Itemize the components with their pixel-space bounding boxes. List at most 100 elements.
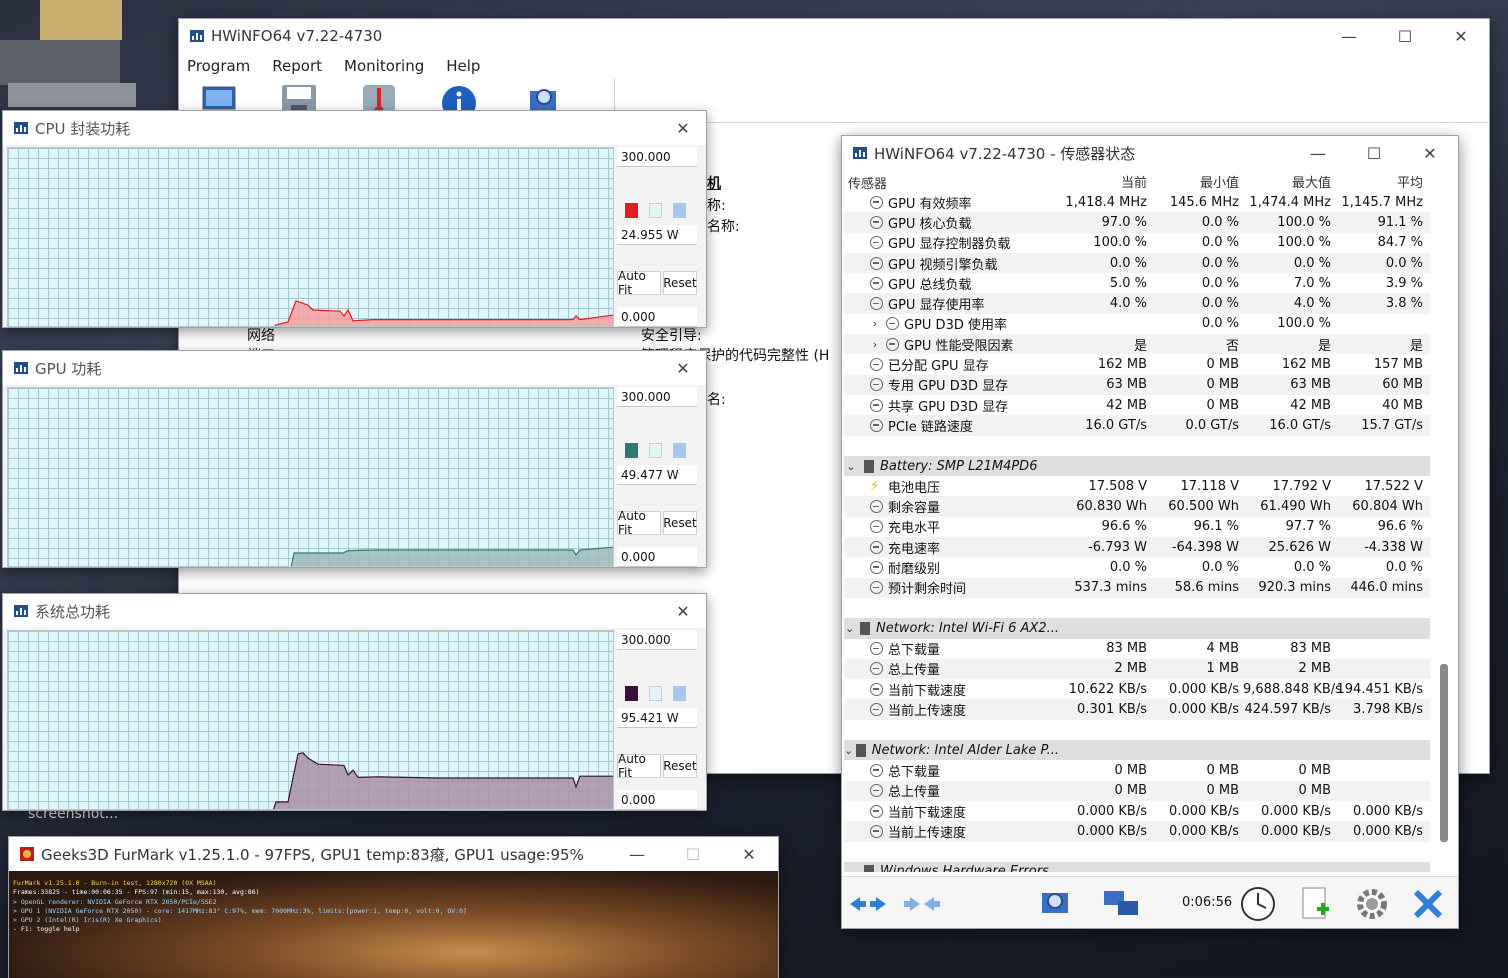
minimize-button[interactable]: — <box>1321 19 1377 53</box>
column-header-sensor[interactable]: 传感器 <box>844 172 1059 192</box>
vertical-scrollbar-thumb[interactable] <box>1440 664 1448 842</box>
sensor-label: 耐磨级别 <box>888 561 941 577</box>
main-text-heading: 机 <box>707 176 721 192</box>
add-report-icon[interactable] <box>1294 883 1338 925</box>
sensor-value-min: 145.6 MHz <box>1169 194 1239 210</box>
sensor-label: 总下载量 <box>888 643 941 659</box>
sensor-row[interactable]: 剩余容量 60.830 Wh 60.500 Wh 61.490 Wh 60.804 Wh <box>844 496 1430 517</box>
sensor-group-row[interactable]: ⌄ Network: Intel Alder Lake P... <box>844 740 1430 761</box>
series-color-swatch[interactable] <box>625 686 638 701</box>
collapse-chevron-icon[interactable]: ⌄ <box>844 460 858 473</box>
reset-button[interactable]: Reset <box>663 754 697 778</box>
settings-gear-icon[interactable] <box>1350 883 1394 925</box>
grid-color-swatch[interactable] <box>673 203 686 218</box>
sensor-value-min: 0.0 % <box>1201 255 1239 271</box>
background-color-swatch[interactable] <box>649 686 662 701</box>
series-color-swatch[interactable] <box>625 443 638 458</box>
auto-fit-button[interactable]: Auto Fit <box>617 269 661 297</box>
sensor-value-current: -6.793 W <box>1088 539 1147 555</box>
sensor-row[interactable]: GPU 视频引擎负载 0.0 % 0.0 % 0.0 % 0.0 % <box>844 252 1430 274</box>
sensor-row[interactable]: 总上传量 2 MB 1 MB 2 MB <box>844 658 1430 680</box>
sensor-group-row[interactable]: ⌄ Battery: SMP L21M4PD6 <box>844 455 1430 477</box>
close-button[interactable]: ✕ <box>659 111 707 145</box>
sensor-name-cell: › GPU 性能受限因素 <box>844 335 1059 354</box>
close-button[interactable]: ✕ <box>659 594 707 628</box>
collapse-chevron-icon[interactable]: ⌄ <box>844 744 853 757</box>
sensor-row[interactable]: PCIe 链路速度 16.0 GT/s 0.0 GT/s 16.0 GT/s 15.7 … <box>844 415 1430 436</box>
sensor-row[interactable]: GPU 显存控制器负载 100.0 % 0.0 % 100.0 % 84.7 % <box>844 233 1430 253</box>
sensor-row[interactable]: ⚡ 电池电压 17.508 V 17.118 V 17.792 V 17.522 V <box>844 476 1430 496</box>
sensor-value-current: 0.000 KB/s <box>1077 823 1147 839</box>
hwinfo-app-icon <box>853 147 867 159</box>
menu-monitoring[interactable]: Monitoring <box>344 57 424 75</box>
clock-icon[interactable] <box>1236 883 1280 925</box>
maximize-button[interactable]: ☐ <box>1377 19 1433 53</box>
column-header-max[interactable]: 最大值 <box>1243 172 1335 192</box>
sensor-row[interactable]: GPU 核心负载 97.0 % 0.0 % 100.0 % 91.1 % <box>844 212 1430 233</box>
sensor-row[interactable]: GPU 显存使用率 4.0 % 0.0 % 4.0 % 3.8 % <box>844 293 1430 314</box>
minimize-button[interactable]: — <box>1290 136 1346 170</box>
sensor-row[interactable]: 当前下载速度 10.622 KB/s 0.000 KB/s 9,688.848 KB/… <box>844 679 1430 699</box>
sensor-row[interactable]: › GPU 性能受限因素 是 否 是 是 <box>844 334 1430 355</box>
sensor-row[interactable]: 专用 GPU D3D 显存 63 MB 0 MB 63 MB 60 MB <box>844 374 1430 395</box>
grid-color-swatch[interactable] <box>673 443 686 458</box>
close-button[interactable]: ✕ <box>721 837 777 871</box>
graph-titlebar[interactable]: 系统总功耗 ✕ <box>3 594 706 628</box>
sensor-row[interactable]: 预计剩余时间 537.3 mins 58.6 mins 920.3 mins 446.0… <box>844 577 1430 598</box>
sensor-row[interactable]: 共享 GPU D3D 显存 42 MB 0 MB 42 MB 40 MB <box>844 395 1430 415</box>
sensor-value-current: 100.0 % <box>1093 235 1147 251</box>
expand-columns-icon[interactable] <box>846 883 890 925</box>
sensor-row[interactable]: 总下载量 0 MB 0 MB 0 MB <box>844 760 1430 780</box>
collapse-chevron-icon[interactable]: ⌄ <box>844 622 855 635</box>
sensor-monitor-icon[interactable] <box>1034 883 1078 925</box>
series-color-swatch[interactable] <box>625 203 638 218</box>
sensor-name-cell: PCIe 链路速度 <box>844 416 1059 435</box>
sensor-row[interactable]: 当前上传速度 0.000 KB/s 0.000 KB/s 0.000 KB/s 0.00… <box>844 821 1430 842</box>
menu-report[interactable]: Report <box>272 57 322 75</box>
column-header-average[interactable]: 平均 <box>1335 172 1427 192</box>
sensor-row[interactable]: › GPU D3D 使用率 0.0 % 100.0 % <box>844 314 1430 334</box>
close-button[interactable]: ✕ <box>1402 136 1458 170</box>
expand-chevron-icon[interactable]: › <box>868 338 882 351</box>
sensor-row[interactable]: 充电速率 -6.793 W -64.398 W 25.626 W -4.338 W <box>844 537 1430 558</box>
sensor-row[interactable]: GPU 总线负载 5.0 % 0.0 % 7.0 % 3.9 % <box>844 273 1430 293</box>
gauge-icon <box>870 804 883 818</box>
grid-color-swatch[interactable] <box>673 686 686 701</box>
sensor-titlebar[interactable]: HWiNFO64 v7.22-4730 - 传感器状态 — ☐ ✕ <box>842 136 1458 170</box>
column-header-current[interactable]: 当前 <box>1059 172 1151 192</box>
close-sensors-icon[interactable] <box>1406 883 1450 925</box>
background-color-swatch[interactable] <box>649 203 662 218</box>
collapse-chevron-icon[interactable]: ⌄ <box>844 865 858 872</box>
tree-item-network[interactable]: 网络 <box>247 325 275 345</box>
sensor-row[interactable]: 充电水平 96.6 % 96.1 % 97.7 % 96.6 % <box>844 517 1430 537</box>
sensor-row[interactable]: 已分配 GPU 显存 162 MB 0 MB 162 MB 157 MB <box>844 354 1430 374</box>
main-titlebar[interactable]: HWiNFO64 v7.22-4730 — ☐ ✕ <box>179 19 1489 53</box>
reset-button[interactable]: Reset <box>663 511 697 535</box>
column-header-min[interactable]: 最小值 <box>1151 172 1243 192</box>
network-computers-icon[interactable] <box>1100 883 1144 925</box>
graph-titlebar[interactable]: GPU 功耗 ✕ <box>3 351 706 385</box>
close-button[interactable]: ✕ <box>1433 19 1489 53</box>
sensor-row[interactable]: 当前上传速度 0.301 KB/s 0.000 KB/s 424.597 KB/s 3.… <box>844 699 1430 720</box>
close-button[interactable]: ✕ <box>659 351 707 385</box>
collapse-columns-icon[interactable] <box>900 883 944 925</box>
sensor-row[interactable]: 耐磨级别 0.0 % 0.0 % 0.0 % 0.0 % <box>844 557 1430 577</box>
expand-chevron-icon[interactable]: › <box>868 317 882 330</box>
menu-help[interactable]: Help <box>446 57 480 75</box>
sensor-row[interactable]: 当前下载速度 0.000 KB/s 0.000 KB/s 0.000 KB/s 0.00… <box>844 801 1430 821</box>
background-color-swatch[interactable] <box>649 443 662 458</box>
sensor-group-row[interactable]: ⌄ Windows Hardware Errors <box>844 861 1430 872</box>
menu-program[interactable]: Program <box>187 57 250 75</box>
minimize-button[interactable]: — <box>609 837 665 871</box>
power-trace <box>273 752 613 809</box>
sensor-group-row[interactable]: ⌄ Network: Intel Wi-Fi 6 AX2... <box>844 618 1430 639</box>
reset-button[interactable]: Reset <box>663 271 697 295</box>
auto-fit-button[interactable]: Auto Fit <box>617 509 661 537</box>
graph-titlebar[interactable]: CPU 封装功耗 ✕ <box>3 111 706 145</box>
sensor-row[interactable]: 总上传量 0 MB 0 MB 0 MB <box>844 780 1430 801</box>
maximize-button[interactable]: ☐ <box>1346 136 1402 170</box>
auto-fit-button[interactable]: Auto Fit <box>617 752 661 780</box>
furmark-titlebar[interactable]: Geeks3D FurMark v1.25.1.0 - 97FPS, GPU1 … <box>9 837 778 871</box>
sensor-row[interactable]: GPU 有效频率 1,418.4 MHz 145.6 MHz 1,474.4 MHz 1… <box>844 192 1430 212</box>
sensor-row[interactable]: 总下载量 83 MB 4 MB 83 MB <box>844 639 1430 659</box>
